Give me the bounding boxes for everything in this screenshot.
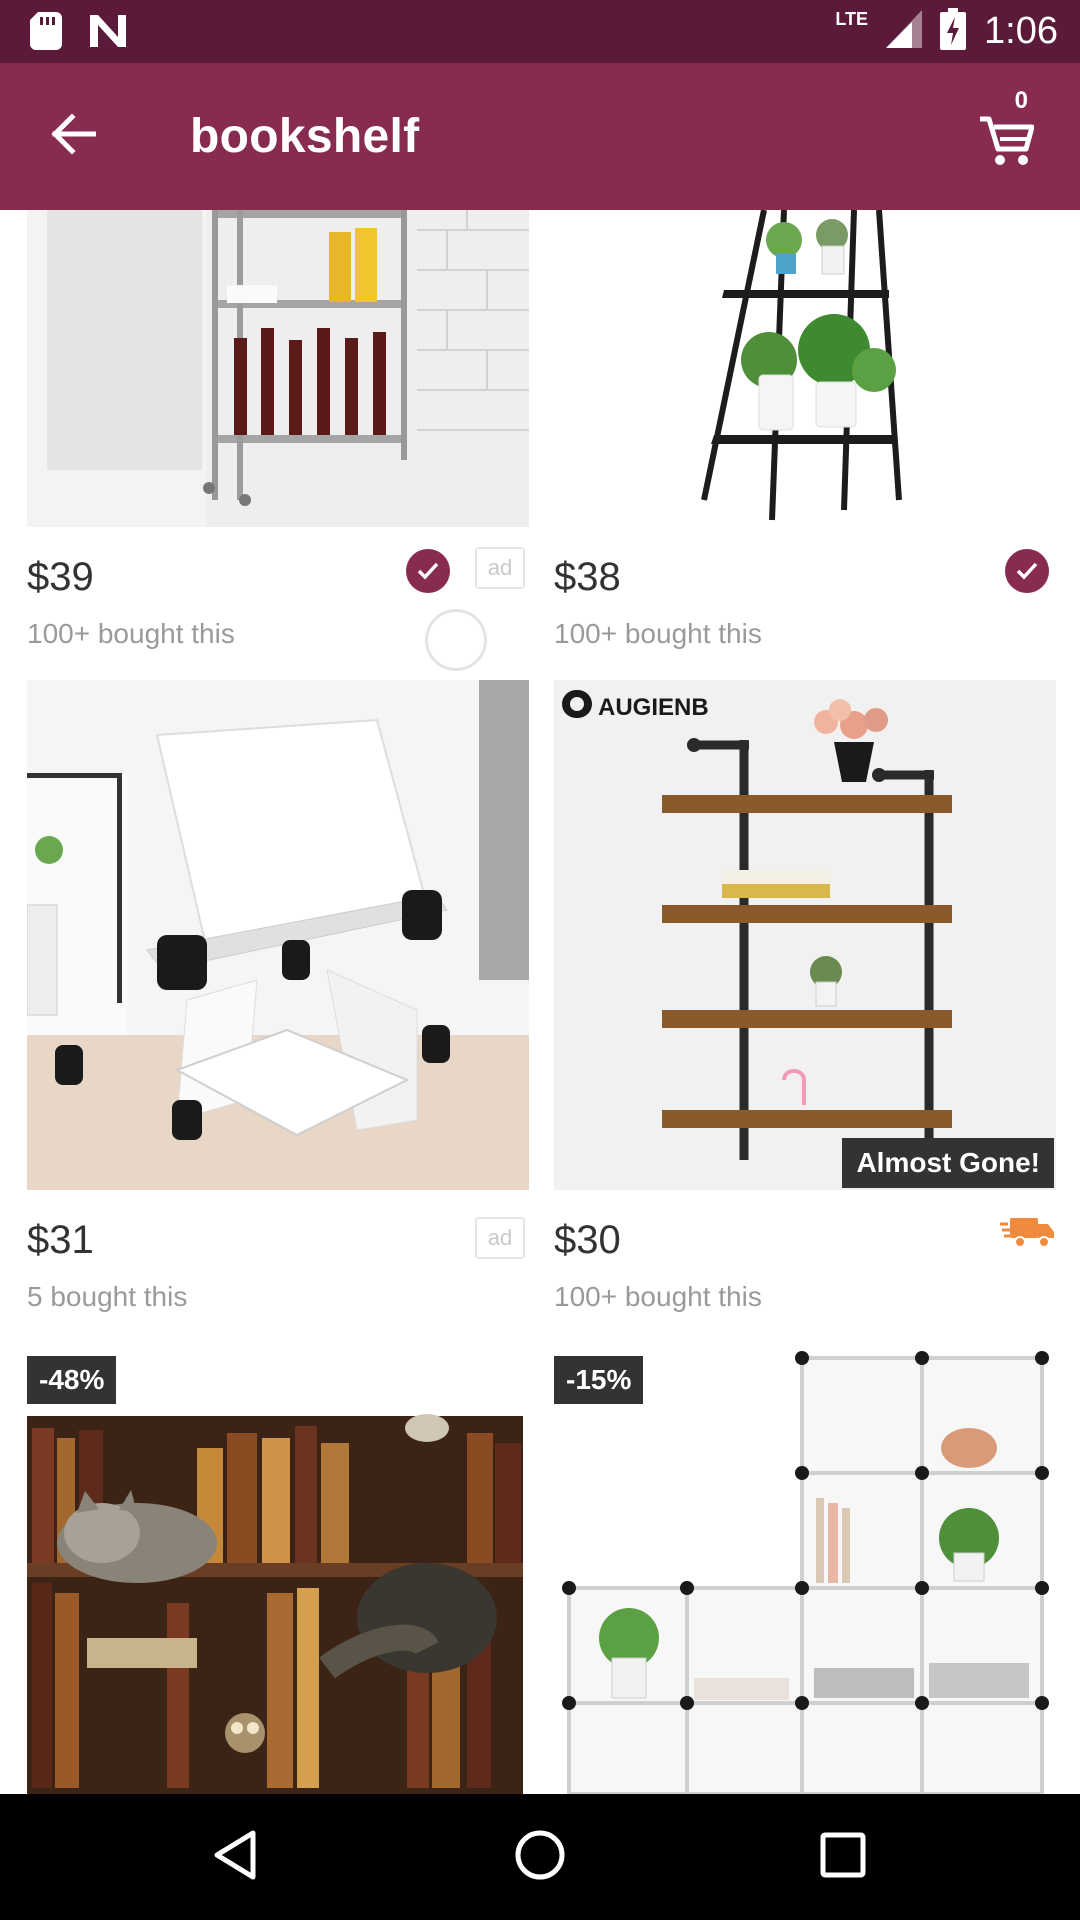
product-card[interactable] bbox=[27, 210, 529, 527]
bought-count: 100+ bought this bbox=[27, 618, 235, 649]
verified-check-icon bbox=[1005, 549, 1049, 593]
product-card[interactable]: -15% bbox=[554, 1338, 1056, 1794]
product-card[interactable] bbox=[554, 210, 1056, 527]
ad-tag: ad bbox=[475, 1217, 525, 1259]
sd-card-icon bbox=[30, 12, 62, 55]
product-price: $39 bbox=[27, 555, 94, 599]
product-card[interactable]: -48% bbox=[27, 1338, 529, 1794]
nav-recents-button[interactable] bbox=[810, 1824, 876, 1890]
back-button[interactable] bbox=[40, 103, 106, 169]
n-notification-icon bbox=[88, 13, 128, 54]
product-card[interactable] bbox=[27, 680, 529, 1190]
bought-count: 100+ bought this bbox=[554, 1281, 762, 1312]
nav-home-button[interactable] bbox=[507, 1824, 573, 1890]
bought-count: 5 bought this bbox=[27, 1281, 188, 1312]
loading-spinner bbox=[425, 609, 487, 671]
system-nav-bar bbox=[0, 1794, 1080, 1920]
product-image[interactable] bbox=[27, 210, 529, 527]
product-price: $38 bbox=[554, 555, 621, 599]
signal-icon bbox=[886, 10, 923, 53]
product-image[interactable]: -48% bbox=[27, 1338, 529, 1794]
product-price: $31 bbox=[27, 1218, 94, 1262]
back-triangle-icon bbox=[211, 1829, 259, 1886]
product-image[interactable] bbox=[554, 210, 1056, 527]
app-bar: bookshelf 0 bbox=[0, 63, 1080, 210]
cart-count-badge: 0 bbox=[1014, 87, 1028, 114]
page-title: bookshelf bbox=[190, 110, 420, 163]
ad-tag: ad bbox=[475, 547, 525, 589]
shopping-cart-icon bbox=[978, 113, 1035, 174]
discount-badge: -15% bbox=[554, 1356, 644, 1404]
status-bar: LTE 1:06 bbox=[0, 0, 1080, 63]
product-image[interactable] bbox=[27, 680, 529, 1190]
product-image[interactable]: AUGIENB Almost Gone! bbox=[554, 680, 1056, 1190]
clock: 1:06 bbox=[984, 10, 1058, 52]
product-price: $30 bbox=[554, 1218, 621, 1262]
fast-shipping-truck-icon bbox=[1000, 1214, 1056, 1255]
battery-charging-icon bbox=[940, 8, 967, 55]
nav-back-button[interactable] bbox=[202, 1824, 268, 1890]
bought-count: 100+ bought this bbox=[554, 618, 762, 649]
verified-check-icon bbox=[406, 549, 450, 593]
cart-button[interactable]: 0 bbox=[978, 87, 1050, 174]
network-type: LTE bbox=[835, 9, 869, 29]
almost-gone-badge: Almost Gone! bbox=[842, 1138, 1054, 1188]
discount-badge: -48% bbox=[27, 1356, 117, 1404]
arrow-left-icon bbox=[50, 112, 98, 159]
home-circle-icon bbox=[514, 1829, 566, 1886]
product-card[interactable]: AUGIENB Almost Gone! bbox=[554, 680, 1056, 1190]
brand-logo-text: AUGIENB bbox=[598, 694, 709, 721]
product-image[interactable]: -15% bbox=[554, 1338, 1056, 1794]
product-feed[interactable]: $39 ad 100+ bought this $38 100+ bought … bbox=[0, 210, 1080, 1794]
recents-square-icon bbox=[819, 1831, 867, 1884]
